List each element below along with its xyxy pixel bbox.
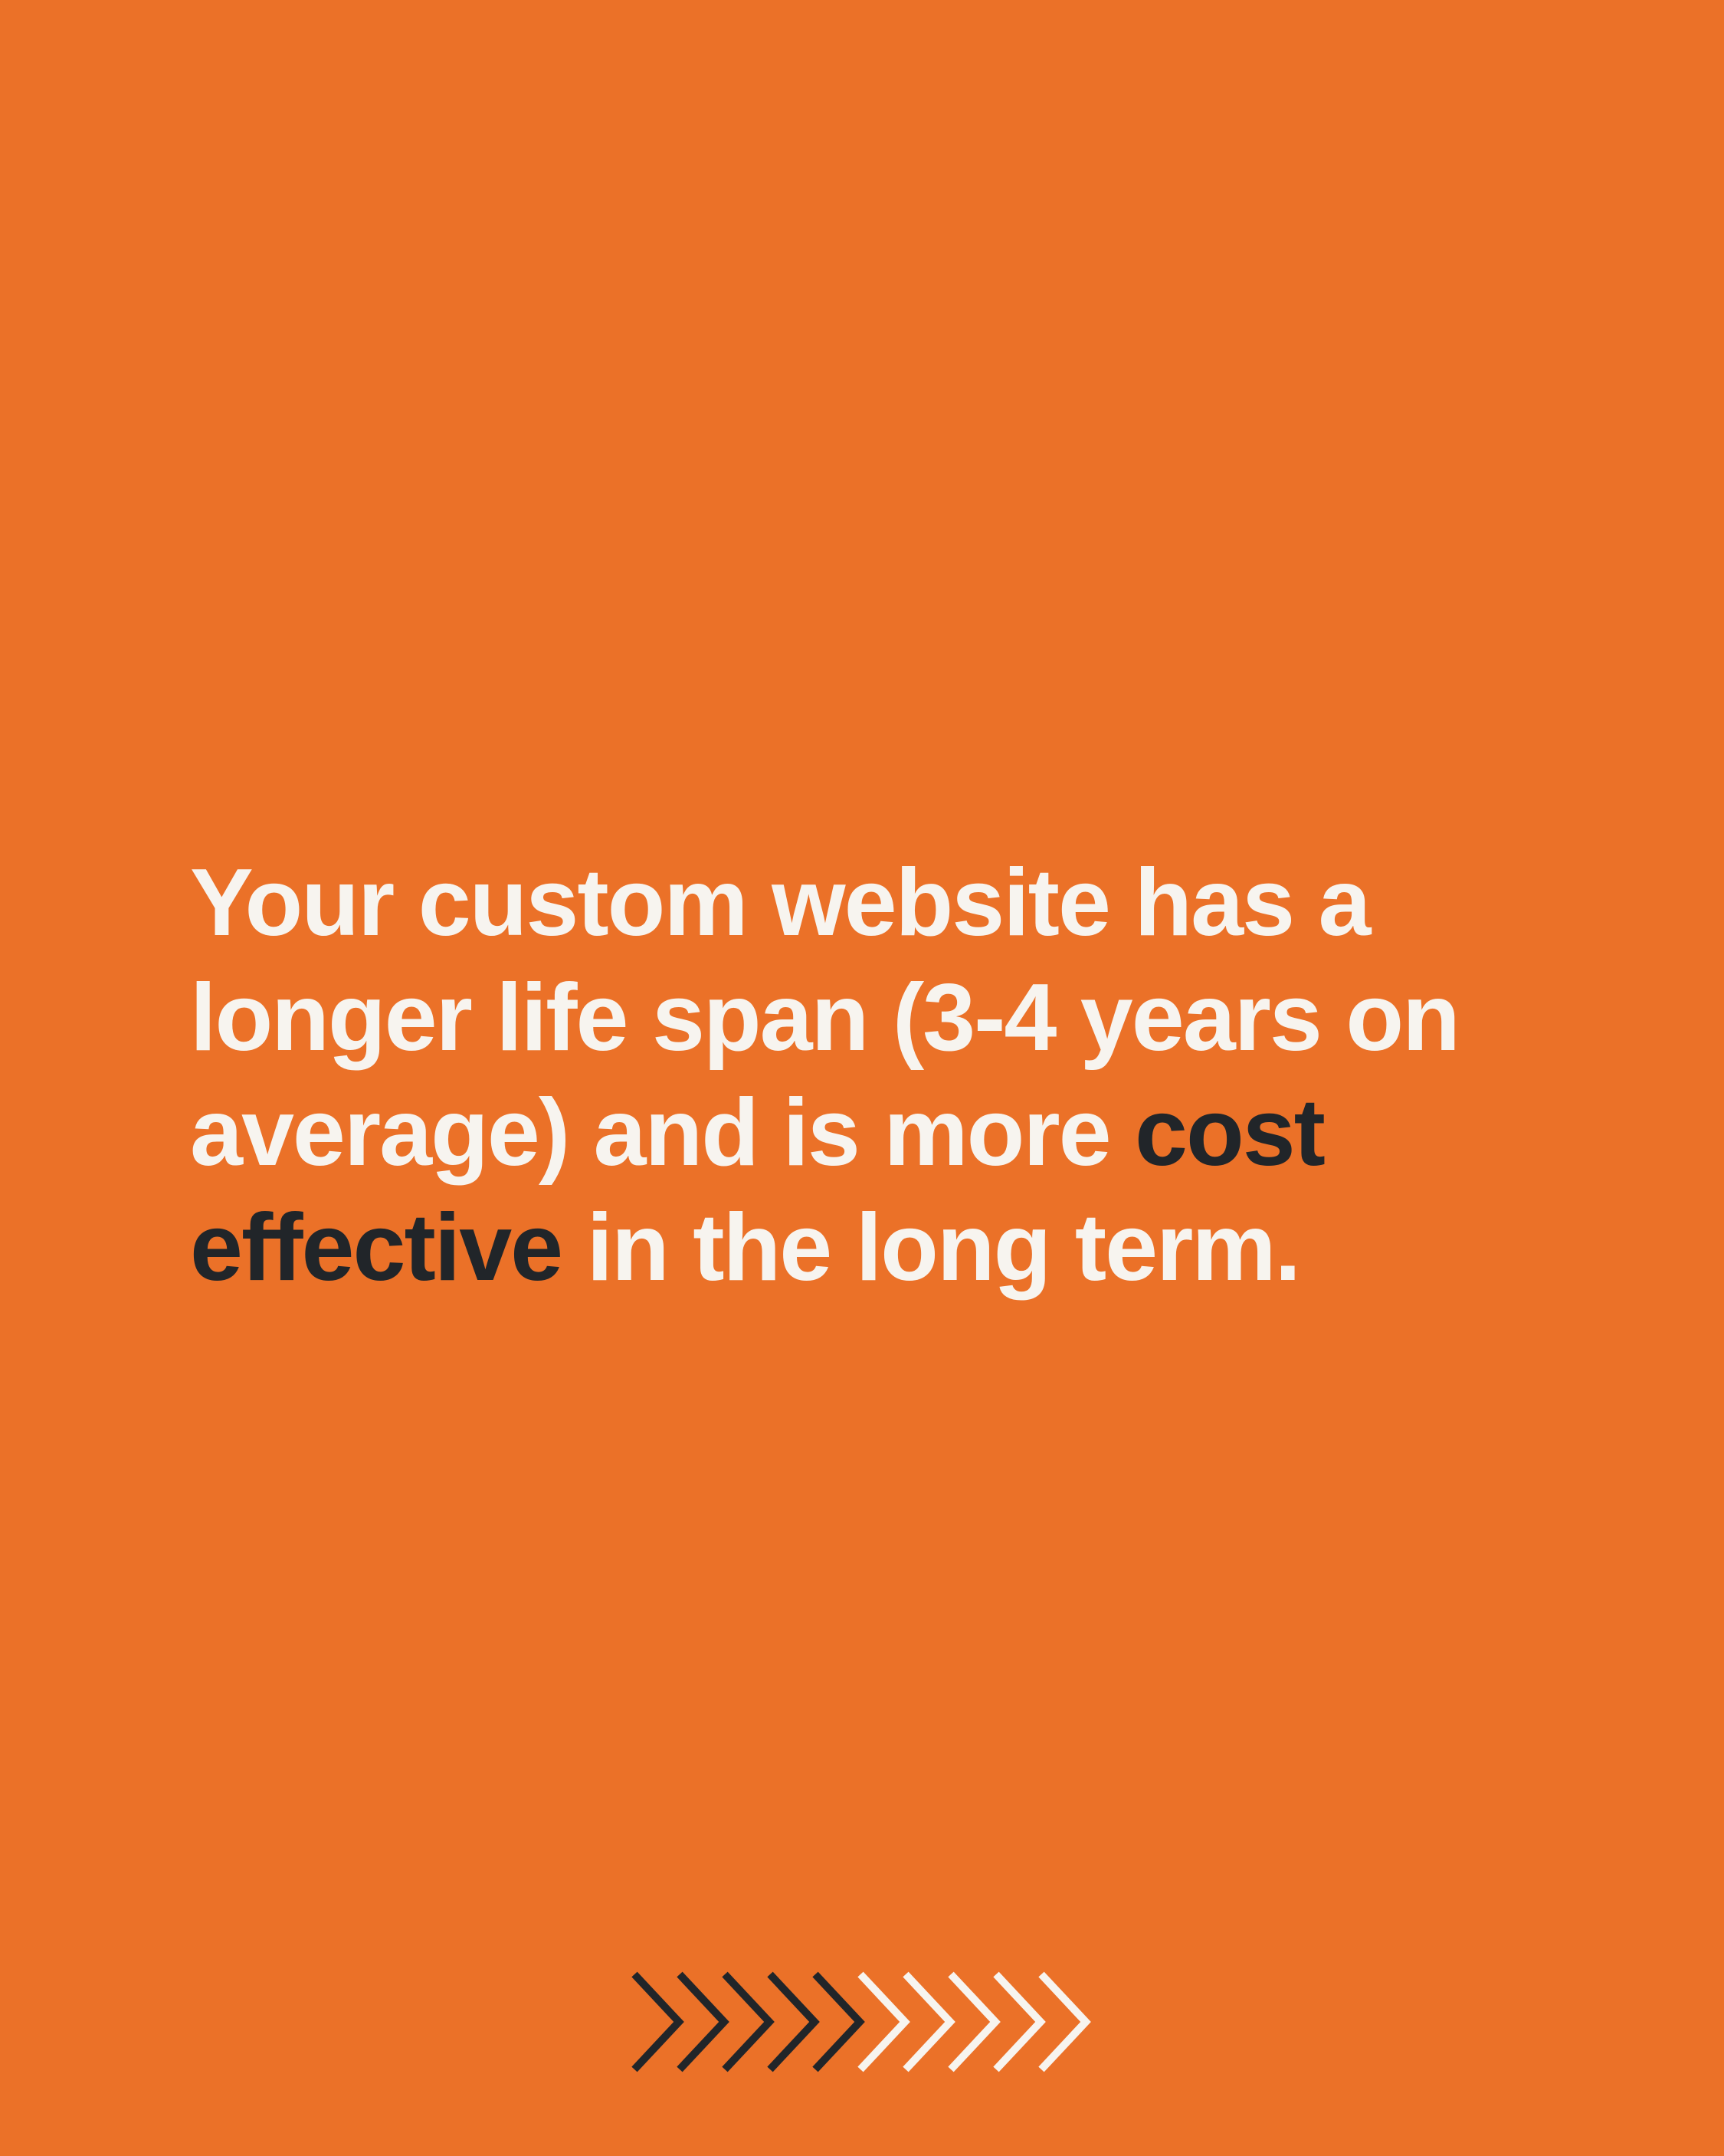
headline-line-2: longer life span (3-4 years on [190, 960, 1569, 1075]
chevron-right-icon [948, 1971, 1001, 2072]
headline-accent-effective: effective [190, 1195, 563, 1301]
headline-line-1: Your custom website has a [190, 845, 1569, 960]
slide-background: Your custom website has a longer life sp… [0, 0, 1724, 2156]
chevron-row [631, 1971, 1091, 2072]
chevron-right-icon [993, 1971, 1046, 2072]
headline-text: Your custom website has a [190, 850, 1371, 956]
headline: Your custom website has a longer life sp… [190, 845, 1569, 1305]
chevron-right-icon [677, 1971, 729, 2072]
headline-text: in the long term. [562, 1195, 1301, 1301]
chevron-right-icon [903, 1971, 955, 2072]
chevron-right-icon [857, 1971, 910, 2072]
headline-text: average) and is more [190, 1080, 1135, 1186]
headline-accent-cost: cost [1135, 1080, 1326, 1186]
chevron-right-icon [767, 1971, 820, 2072]
headline-line-3: average) and is more cost [190, 1075, 1569, 1190]
chevron-right-icon [1038, 1971, 1091, 2072]
chevron-right-icon [812, 1971, 865, 2072]
headline-line-4: effective in the long term. [190, 1190, 1569, 1305]
chevron-right-icon [631, 1971, 684, 2072]
chevron-right-icon [722, 1971, 775, 2072]
headline-text: longer life span (3-4 years on [190, 965, 1460, 1071]
